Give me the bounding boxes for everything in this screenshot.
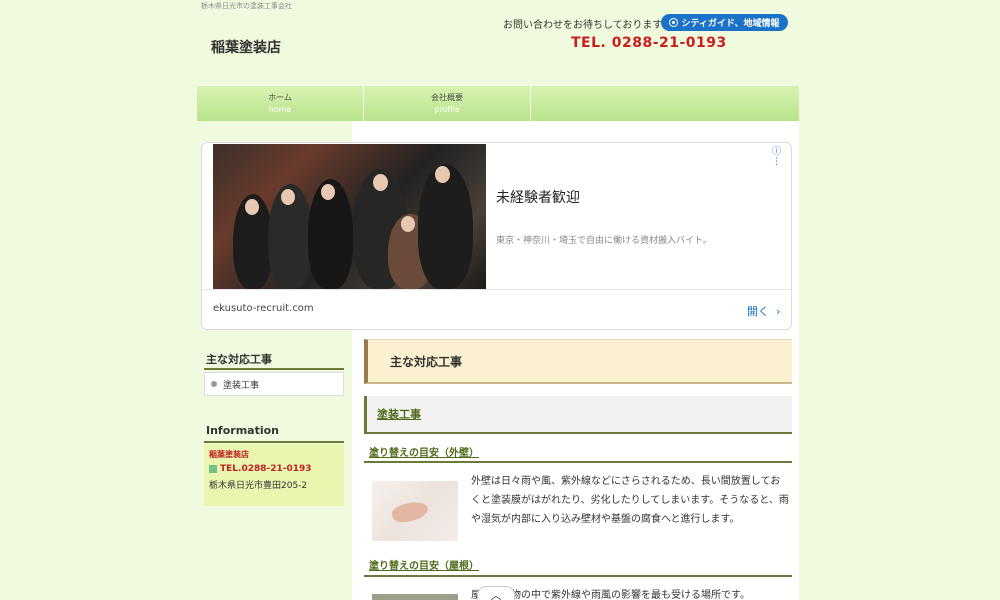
sidebar-divider bbox=[204, 441, 344, 443]
nav-item-profile[interactable]: 会社概要 profile bbox=[364, 86, 531, 121]
scroll-top-button[interactable]: ︿ bbox=[477, 586, 515, 600]
chevron-right-icon: › bbox=[772, 305, 781, 318]
section-heading-link[interactable]: 塗装工事 bbox=[377, 406, 421, 422]
sidebar-item-label: 塗装工事 bbox=[223, 380, 260, 391]
subsection-heading-exterior[interactable]: 塗り替えの目安（外壁） bbox=[369, 444, 479, 459]
info-company-name: 稲葉塗装店 bbox=[209, 450, 249, 459]
info-address: 栃木県日光市豊田205-2 bbox=[209, 481, 308, 491]
bullet-icon bbox=[211, 381, 217, 387]
city-guide-label: シティガイド、地域情報 bbox=[681, 19, 780, 29]
city-guide-badge[interactable]: シティガイド、地域情報 bbox=[661, 14, 788, 31]
sidebar-item-painting[interactable]: 塗装工事 bbox=[204, 372, 344, 396]
ad-divider bbox=[202, 289, 791, 290]
ad-banner[interactable]: ⓘ ⋮ 未経験者歓迎 東京・神奈川・埼玉で自由に働ける資材搬入バイト。 ekus… bbox=[201, 142, 792, 330]
info-box: 稲葉塗装店 TEL.0288-21-0193 栃木県日光市豊田205-2 bbox=[204, 444, 344, 506]
exterior-text: 外壁は日々雨や風、紫外線などにさらされるため、長い間放置しておくと塗装膜がはがれ… bbox=[471, 476, 789, 525]
ad-photo[interactable] bbox=[213, 144, 486, 289]
phone-icon bbox=[209, 465, 217, 473]
ad-open-label: 開く bbox=[747, 305, 769, 318]
info-tel-text: TEL.0288-21-0193 bbox=[220, 464, 312, 474]
nav-item-label: ホーム bbox=[268, 93, 292, 102]
nav-item-label: 会社概要 bbox=[431, 93, 463, 102]
location-icon bbox=[669, 18, 679, 27]
header-tel: TEL. 0288-21-0193 bbox=[571, 35, 727, 51]
ad-open-button[interactable]: 開く › bbox=[747, 303, 780, 319]
sidebar-info-heading: Information bbox=[206, 424, 279, 437]
exterior-wall-image bbox=[372, 481, 458, 541]
site-tagline: 栃木県日光市の塗装工事会社 bbox=[201, 2, 292, 10]
contact-text: お問い合わせをお待ちしております bbox=[503, 20, 663, 31]
sidebar-services-heading: 主な対応工事 bbox=[206, 353, 272, 366]
page-title: 主な対応工事 bbox=[364, 339, 792, 384]
sidebar-divider bbox=[204, 368, 344, 370]
ad-choices-icon[interactable]: ⓘ ⋮ bbox=[772, 144, 791, 167]
subsection-divider bbox=[364, 461, 792, 463]
main-nav: ホーム home 会社概要 profile bbox=[197, 86, 799, 121]
ad-title[interactable]: 未経験者歓迎 bbox=[496, 187, 580, 207]
subsection-heading-roof[interactable]: 塗り替えの目安（屋根） bbox=[369, 557, 479, 572]
nav-item-sublabel: home bbox=[268, 105, 292, 114]
info-tel: TEL.0288-21-0193 bbox=[209, 464, 339, 474]
nav-item-home[interactable]: ホーム home bbox=[197, 86, 364, 121]
chevron-up-icon: ︿ bbox=[490, 589, 502, 600]
section-heading: 塗装工事 bbox=[364, 396, 792, 434]
subsection-divider bbox=[364, 575, 792, 577]
roof-text: 屋根は建物の中で紫外線や雨風の影響を最も受ける場所です。 bbox=[471, 590, 750, 600]
ad-url[interactable]: ekusuto-recruit.com bbox=[213, 303, 314, 314]
roof-image bbox=[372, 594, 458, 600]
site-title[interactable]: 稲葉塗装店 bbox=[211, 37, 281, 57]
hand-image bbox=[390, 498, 430, 526]
ad-description[interactable]: 東京・神奈川・埼玉で自由に働ける資材搬入バイト。 bbox=[496, 233, 712, 246]
nav-item-sublabel: profile bbox=[434, 105, 460, 114]
